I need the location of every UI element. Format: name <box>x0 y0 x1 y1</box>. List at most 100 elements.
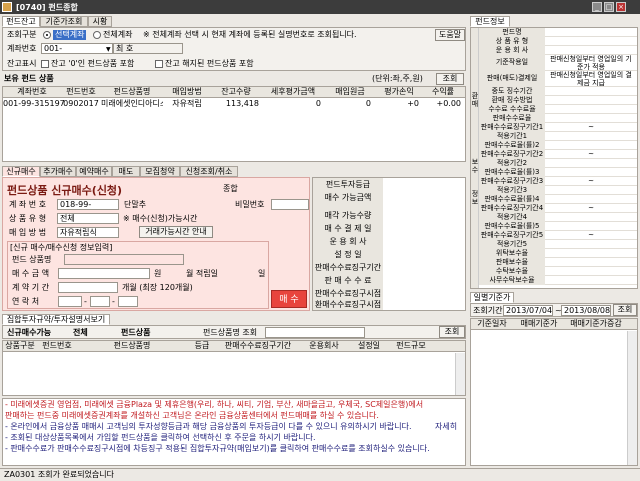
info-row-value <box>547 132 635 141</box>
include-zero-label: 잔고 '0'인 펀드상품 포함 <box>51 59 135 68</box>
info-row: 판매수수료징구기간1 ~ <box>479 123 637 132</box>
fund-name-search-input[interactable] <box>265 327 365 338</box>
account-number-select[interactable]: 001- <box>41 43 113 54</box>
notice-line-2: 판매하는 펀드중 미래에셋증권계좌를 개설하신 고객님은 온라인 금융상품센터에… <box>5 411 379 420</box>
help-button[interactable]: 도움말 <box>435 29 465 41</box>
tab-market[interactable]: 시황 <box>88 16 112 27</box>
col-base-price: 매매기준가 <box>520 319 558 328</box>
info-row-label: 펀드명 <box>479 28 545 37</box>
password-input[interactable] <box>271 199 309 210</box>
to-date-input[interactable]: 2013/08/08 <box>561 305 611 316</box>
close-icon[interactable]: × <box>616 2 626 12</box>
buy-method-select[interactable]: 자유적립식 <box>57 227 119 238</box>
fund-product-filter[interactable]: 펀드상품 <box>121 328 150 338</box>
daily-price-grid: 기준일자 매매기준가 매매기준가증감 <box>470 318 638 466</box>
phone-input-3[interactable] <box>118 296 138 307</box>
notice-line-1: - 미래에셋증권 영업점, 미래에셋 금융Plaza 및 제휴은행(우리, 하나… <box>5 400 424 409</box>
product-type-select[interactable]: 전체 <box>57 213 119 224</box>
invest-query-button[interactable]: 조회 <box>439 326 465 338</box>
radio-selected-account-label[interactable]: 선택계좌 <box>53 30 87 40</box>
info-row: 판매수수료율(률)5 <box>479 222 637 231</box>
col-manager: 운용회사 <box>309 341 339 350</box>
trade-time-button[interactable]: 거래가능시간 안내 <box>139 226 213 238</box>
notice-line-3: - 온라인에서 금융상품 매매시 고객님의 투자성향등급과 해당 금융상품의 투… <box>5 422 412 431</box>
include-closed-label: 잔고 해지된 펀드상품 포함 <box>165 59 254 68</box>
tab-request-cancel[interactable]: 신청조회/취소 <box>180 166 238 177</box>
daily-price-query-button[interactable]: 조회 <box>613 304 637 316</box>
info-row: 판매수수료징구기간4 ~ <box>479 204 637 213</box>
info-row-label: 적용기간3 <box>479 186 545 195</box>
info-row-value <box>547 28 635 37</box>
period-unit: 개월 (최장 120개월) <box>122 283 193 292</box>
info-row-label: 적용기간4 <box>479 213 545 222</box>
chevron-down-icon[interactable]: ▼ <box>106 46 111 53</box>
info-row-value <box>547 159 635 168</box>
daily-price-scrollbar[interactable] <box>627 331 637 465</box>
buy-amount-input[interactable] <box>58 268 150 279</box>
tab-subscription[interactable]: 모집청약 <box>140 166 180 177</box>
holdings-unit: (단위:좌,주,원) <box>372 74 423 83</box>
info-row-label: 운 용 회 사 <box>479 46 545 55</box>
account-number-label: 계좌번호 <box>7 44 37 53</box>
info-row: 적용기간1 <box>479 132 637 141</box>
tab-add-buy[interactable]: 추가매수 <box>40 166 76 177</box>
info-row-value <box>547 87 635 96</box>
maximize-icon[interactable]: □ <box>604 2 614 12</box>
fund-detail-panel: 펀드투자등급 매수 가능금액 매각 가능수량 매 수 결 제 일 운 용 회 사… <box>312 177 466 311</box>
buy-time-note: ※ 매수(신청)가능시간 <box>123 214 198 223</box>
info-row-value <box>547 186 635 195</box>
row-buy-method: 자유적립 <box>172 99 202 108</box>
info-row-label: 판매수수료징구기간1 <box>479 123 545 132</box>
contract-period-input[interactable] <box>58 282 118 293</box>
info-row: 판매(매도)결제일 판매신청일부터 영업일의 결제금 지급 <box>479 71 637 87</box>
tab-daily-price[interactable]: 일별기준가 <box>470 292 514 303</box>
info-row-value <box>547 213 635 222</box>
detail-fee-period: 판매수수료징구기간 <box>314 263 382 272</box>
order-info-box: [신규 매수/매수신청 정보입력] 펀드 상품명 매 수 금 액 원 월 적립일… <box>7 241 269 309</box>
fund-list-scrollbar[interactable] <box>455 353 465 395</box>
daily-price-header: 기준일자 매매기준가 매매기준가증감 <box>471 319 637 330</box>
tab-invest-doc[interactable]: 집합투자규약/투자설명서보기 <box>2 314 110 325</box>
order-account-select[interactable]: 018-99- <box>57 199 119 210</box>
buy-button[interactable]: 매 수 <box>271 290 307 308</box>
holdings-header: 계좌번호 펀드번호 펀드상품명 매입방법 잔고수량 세후평가금액 매입원금 평가… <box>3 87 465 98</box>
info-row-value <box>547 168 635 177</box>
tab-reserve-buy[interactable]: 예약매수 <box>76 166 112 177</box>
order-account-label: 계 좌 번 호 <box>9 200 47 209</box>
fund-list-grid: 상품구분 펀드번호 펀드상품명 등급 판매수수료징구기간 운용회사 설정일 펀드… <box>2 340 466 396</box>
col-price-change: 매매기준가증감 <box>570 319 622 328</box>
table-row[interactable]: 001-99-315197 0902017 미래에셋인디아디스 자유적립 113… <box>3 99 465 110</box>
minimize-icon[interactable]: _ <box>592 2 602 12</box>
info-row: 적용기간2 <box>479 159 637 168</box>
include-zero-checkbox[interactable] <box>41 60 49 68</box>
row-pnl: +0 <box>407 99 419 108</box>
info-row: 적용기간3 <box>479 186 637 195</box>
monthly-day-label: 월 적립일 <box>186 269 218 278</box>
phone-input-1[interactable] <box>58 296 82 307</box>
radio-selected-account[interactable] <box>43 31 51 39</box>
info-row-value <box>547 222 635 231</box>
radio-all-account[interactable] <box>93 31 101 39</box>
tab-sell[interactable]: 매도 <box>112 166 140 177</box>
info-row-value <box>547 37 635 46</box>
info-row-value <box>547 141 635 150</box>
app-icon <box>2 2 12 12</box>
fund-info-panel: 환매 보수 정보 펀드명 상 품 유 형운 용 회 사 기준작용일 판매신청일부터 영… <box>470 27 638 289</box>
info-row-label: 상 품 유 형 <box>479 37 545 46</box>
notice-more-link[interactable]: 자세히 <box>435 422 457 432</box>
info-row-label: 수수료 수수료율 <box>479 105 545 114</box>
holdings-query-button[interactable]: 조회 <box>436 73 464 85</box>
col-account: 계좌번호 <box>17 87 47 96</box>
order-panel: 펀드상품 신규매수(신청) 종합 계 좌 번 호 018-99- 단말추 비밀번… <box>2 177 310 311</box>
radio-all-account-label[interactable]: 전체계좌 <box>103 30 132 40</box>
all-filter[interactable]: 전체 <box>73 328 88 338</box>
phone-input-2[interactable] <box>90 296 110 307</box>
include-closed-checkbox[interactable] <box>155 60 163 68</box>
info-row-label: 판매수수료율 <box>479 114 545 123</box>
from-date-input[interactable]: 2013/07/04 <box>503 305 553 316</box>
tab-new-buy[interactable]: 신규매수 <box>2 166 40 177</box>
info-row: 판매수수료율(률)2 <box>479 141 637 150</box>
tab-fund-info[interactable]: 펀드정보 <box>470 16 510 27</box>
tab-fund-balance[interactable]: 펀드잔고 <box>2 16 40 27</box>
tab-base-price[interactable]: 기준가조회 <box>40 16 88 27</box>
